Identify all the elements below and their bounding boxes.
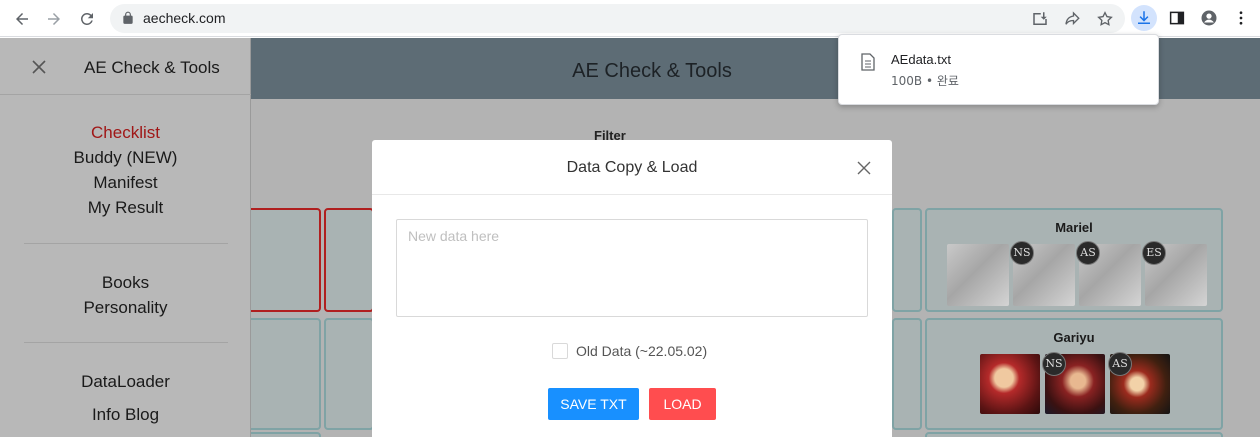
lock-icon [123,11,133,24]
nav-item-dataloader[interactable]: DataLoader [0,369,251,394]
side-drawer: AE Check & Tools Checklist Buddy (NEW) M… [0,38,251,437]
address-bar[interactable]: aecheck.com [110,4,1125,33]
character-card[interactable] [324,318,374,430]
old-data-checkbox-row[interactable]: Old Data (~22.05.02) [552,342,707,360]
character-card[interactable] [324,208,374,312]
file-icon [861,53,875,71]
back-button[interactable] [10,7,34,31]
reload-icon [80,12,93,25]
character-card[interactable] [892,208,922,312]
es-badge: ES [1142,241,1166,265]
old-data-checkbox-label[interactable]: Old Data (~22.05.02) [576,343,707,359]
load-button[interactable]: LOAD [649,388,716,420]
download-filename[interactable]: AEdata.txt [891,52,951,67]
data-textarea[interactable] [396,219,868,317]
nav-item-personality[interactable]: Personality [0,295,251,320]
divider [0,94,251,95]
nav-item-checklist[interactable]: Checklist [0,120,251,145]
reload-button[interactable] [75,7,99,31]
divider [24,342,228,343]
character-name: Gariyu [1053,330,1095,345]
url-text: aecheck.com [143,10,226,26]
browser-menu-button[interactable] [1228,5,1254,31]
install-icon [1033,12,1047,25]
close-icon[interactable] [856,160,872,176]
character-card-gariyu[interactable]: Gariyu NS AS [925,318,1223,430]
as-badge: AS [1076,241,1100,265]
ns-badge: NS [1010,241,1034,265]
nav-item-books[interactable]: Books [0,270,251,295]
bookmark-button[interactable] [1096,10,1114,28]
character-card[interactable] [892,318,922,430]
browser-toolbar: aecheck.com [0,0,1260,37]
character-portrait[interactable] [947,244,1009,306]
drawer-title: AE Check & Tools [84,58,220,77]
as-badge: AS [1108,352,1132,376]
nav-item-my-result[interactable]: My Result [0,195,251,220]
modal-title: Data Copy & Load [566,159,698,176]
share-button[interactable] [1063,10,1081,28]
downloads-button[interactable] [1131,5,1157,31]
side-panel-button[interactable] [1164,5,1190,31]
nav-item-manifest[interactable]: Manifest [0,170,251,195]
nav-item-info-blog[interactable]: Info Blog [0,402,251,427]
character-name: Mariel [1055,220,1093,235]
divider [24,243,228,244]
save-txt-button[interactable]: SAVE TXT [548,388,639,420]
close-icon[interactable] [30,58,48,76]
arrow-left-icon [16,13,28,25]
download-status: 100B • 완료 [891,74,959,88]
arrow-right-icon [48,13,60,25]
profile-button[interactable] [1196,5,1222,31]
old-data-checkbox[interactable] [552,343,568,359]
character-card[interactable] [925,432,1223,437]
ns-badge: NS [1042,352,1066,376]
forward-button[interactable] [42,7,66,31]
star-icon [1097,11,1113,26]
data-copy-load-modal: Data Copy & Load Old Data (~22.05.02) SA… [372,140,892,437]
install-app-button[interactable] [1031,10,1049,28]
avatar-icon [1201,10,1217,26]
divider [372,194,892,195]
share-icon [1065,11,1080,26]
kebab-menu-icon [1239,11,1243,25]
side-panel-icon [1169,11,1185,25]
download-bubble: AEdata.txt 100B • 완료 [838,34,1159,105]
download-icon [1138,11,1150,24]
character-card-mariel[interactable]: Mariel NS AS ES [925,208,1223,312]
character-portrait[interactable] [980,354,1040,414]
nav-item-buddy[interactable]: Buddy (NEW) [0,145,251,170]
